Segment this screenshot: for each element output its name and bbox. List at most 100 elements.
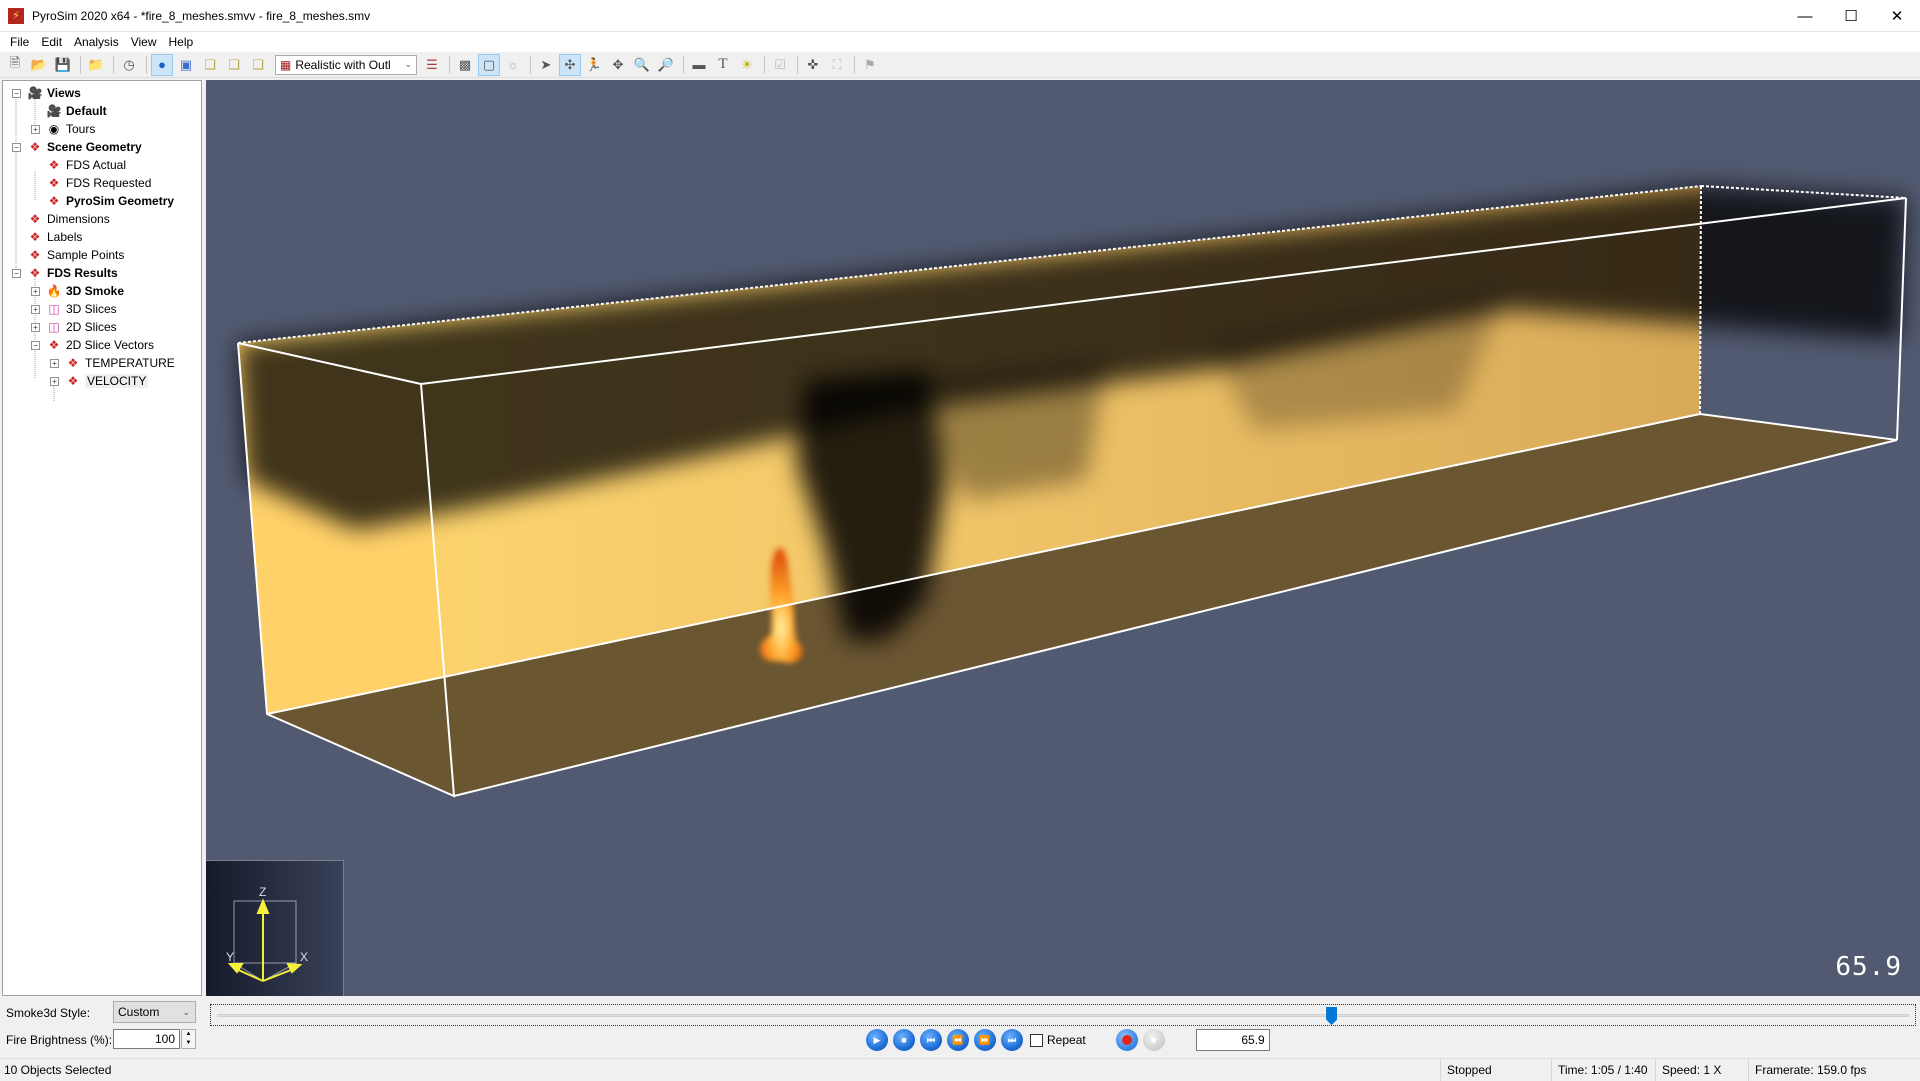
zoom-icon[interactable]: 🔍 [631,54,653,76]
pan-icon[interactable]: ✥ [607,54,629,76]
collapse-icon[interactable]: − [31,340,40,350]
collapse-icon[interactable]: − [12,88,21,98]
minimize-button[interactable]: — [1782,0,1828,32]
camera-icon: 🎥 [27,86,43,100]
fire-brightness-input[interactable]: 100 [113,1029,180,1049]
maximize-button[interactable]: ☐ [1828,0,1874,32]
skip-start-button[interactable]: ⏮ [920,1029,942,1051]
smoke-style-value: Custom [118,1005,160,1019]
zoom-box-icon[interactable]: 🔎 [655,54,677,76]
tree-item[interactable]: − 🎥 Views [3,84,201,102]
view-reset-icon[interactable]: ● [151,53,173,76]
tree-item[interactable]: ❖ FDS Actual [3,156,201,174]
expand-icon[interactable]: + [31,322,40,332]
chevron-down-icon: ⌄ [404,59,412,69]
view-top-icon[interactable]: ❏ [199,54,221,76]
light-icon[interactable]: ☀ [736,54,758,76]
menu-view[interactable]: View [125,35,163,49]
view-side-icon[interactable]: ❏ [223,54,245,76]
tree-item-label: VELOCITY [85,374,149,388]
show-outline-icon[interactable]: ▢ [478,53,500,76]
playback-state-text: Stopped [1447,1063,1492,1077]
tree-item[interactable]: − ❖ 2D Slice Vectors [3,336,201,354]
menu-file[interactable]: File [4,35,35,49]
tree-item[interactable]: + ◫ 3D Slices [3,300,201,318]
timeline-slider[interactable] [210,1004,1916,1026]
open-file-icon[interactable]: 📂 [28,54,50,76]
tree-item[interactable]: ❖ PyroSim Geometry [3,192,201,210]
text-icon[interactable]: T [712,54,734,76]
tree-item-label: Default [66,104,107,118]
tree-item[interactable]: 🎥 Default [3,102,201,120]
timeline-thumb[interactable] [1326,1007,1338,1025]
timeline-track[interactable] [217,1014,1909,1017]
tree-item[interactable]: + ❖ TEMPERATURE [3,354,201,372]
checklist-icon[interactable]: ☑ [769,54,791,76]
measure-ruler-icon[interactable]: ▬ [688,54,710,76]
fire-brightness-stepper[interactable]: ▲ ▼ [181,1029,196,1049]
fast-forward-button[interactable]: ⏩ [974,1029,996,1051]
expand-icon[interactable]: + [50,358,59,368]
record-button[interactable] [1115,1029,1138,1051]
color-settings-icon[interactable]: ☰ [421,54,443,76]
view-front-icon[interactable]: ▣ [175,54,197,76]
close-button[interactable]: ✕ [1874,0,1920,32]
toolbar-separator [530,55,531,74]
cubes-icon: ❖ [29,266,41,280]
x-axis-label: X [300,950,308,964]
checkbox-box[interactable] [1030,1033,1043,1047]
tree-item[interactable]: ❖ Sample Points [3,246,201,264]
clock-icon[interactable]: ◷ [118,54,140,76]
tree-item[interactable]: ❖ Dimensions [3,210,201,228]
frame-icon[interactable]: ⛶ [826,54,848,76]
status-bar: 10 Objects Selected Stopped Time: 1:05 /… [0,1058,1920,1081]
expand-icon[interactable]: + [31,286,40,296]
current-time-input[interactable]: 65.9 [1195,1029,1270,1051]
center-icon[interactable]: ✜ [802,54,824,76]
record-camera-icon[interactable]: ⚑ [859,54,881,76]
menu-analysis[interactable]: Analysis [68,35,125,49]
spin-down-icon[interactable]: ▼ [182,1039,195,1048]
tree-item[interactable]: ❖ FDS Requested [3,174,201,192]
walk-icon[interactable]: 🏃 [583,54,605,76]
menu-help[interactable]: Help [163,35,200,49]
cubes-icon: ❖ [48,194,60,208]
save-file-icon[interactable]: 💾 [52,54,74,76]
expand-icon[interactable]: + [31,304,40,314]
orbit-icon[interactable]: ✣ [559,53,581,76]
tree-item-label: 3D Smoke [66,284,125,298]
select-cursor-icon[interactable]: ➤ [535,54,557,76]
show-lights-icon[interactable]: ☼ [502,54,524,76]
show-geometry-icon[interactable]: ▩ [454,54,476,76]
3d-viewport[interactable]: Z Y X 65.9 [206,80,1920,996]
tree-item[interactable]: + ◫ 2D Slices [3,318,201,336]
spin-up-icon[interactable]: ▲ [182,1030,195,1039]
rewind-button[interactable]: ⏪ [947,1029,969,1051]
repeat-checkbox[interactable]: Repeat [1030,1033,1086,1047]
smoke-style-select[interactable]: Custom ⌄ [113,1001,196,1023]
speed-status-text: Speed: 1 X [1662,1063,1722,1077]
expand-icon[interactable]: + [50,376,59,386]
scene-canvas[interactable] [206,80,1920,996]
skip-end-button[interactable]: ⏭ [1001,1029,1023,1051]
expand-icon[interactable]: + [31,124,40,134]
collapse-icon[interactable]: − [12,268,21,278]
open-results-icon[interactable]: 📁 [85,54,107,76]
camera-icon: 🎥 [46,104,62,118]
play-button[interactable]: ▶ [866,1029,888,1051]
tree-item[interactable]: − ❖ Scene Geometry [3,138,201,156]
tree-item[interactable]: + ◉ Tours [3,120,201,138]
render-mode-select[interactable]: ▦ Realistic with Outl ⌄ [275,54,417,75]
window-title: PyroSim 2020 x64 - *fire_8_meshes.smvv -… [32,8,371,23]
collapse-icon[interactable]: − [12,142,21,152]
tree-item[interactable]: + ❖ VELOCITY [3,372,201,390]
view-iso-icon[interactable]: ❏ [247,54,269,76]
stop-button[interactable]: ■ [893,1029,915,1051]
tree-item[interactable]: ❖ Labels [3,228,201,246]
tree-item[interactable]: + 🔥 3D Smoke [3,282,201,300]
menu-edit[interactable]: Edit [35,35,68,49]
toolbar: 🗎 📂 💾 📁 ◷ ● ▣ ❏ ❏ ❏ ▦ Realistic with Out… [0,52,1920,78]
tree-item[interactable]: − ❖ FDS Results [3,264,201,282]
render-mode-icon: ▦ [280,57,292,72]
new-file-icon[interactable]: 🗎 [4,54,26,76]
